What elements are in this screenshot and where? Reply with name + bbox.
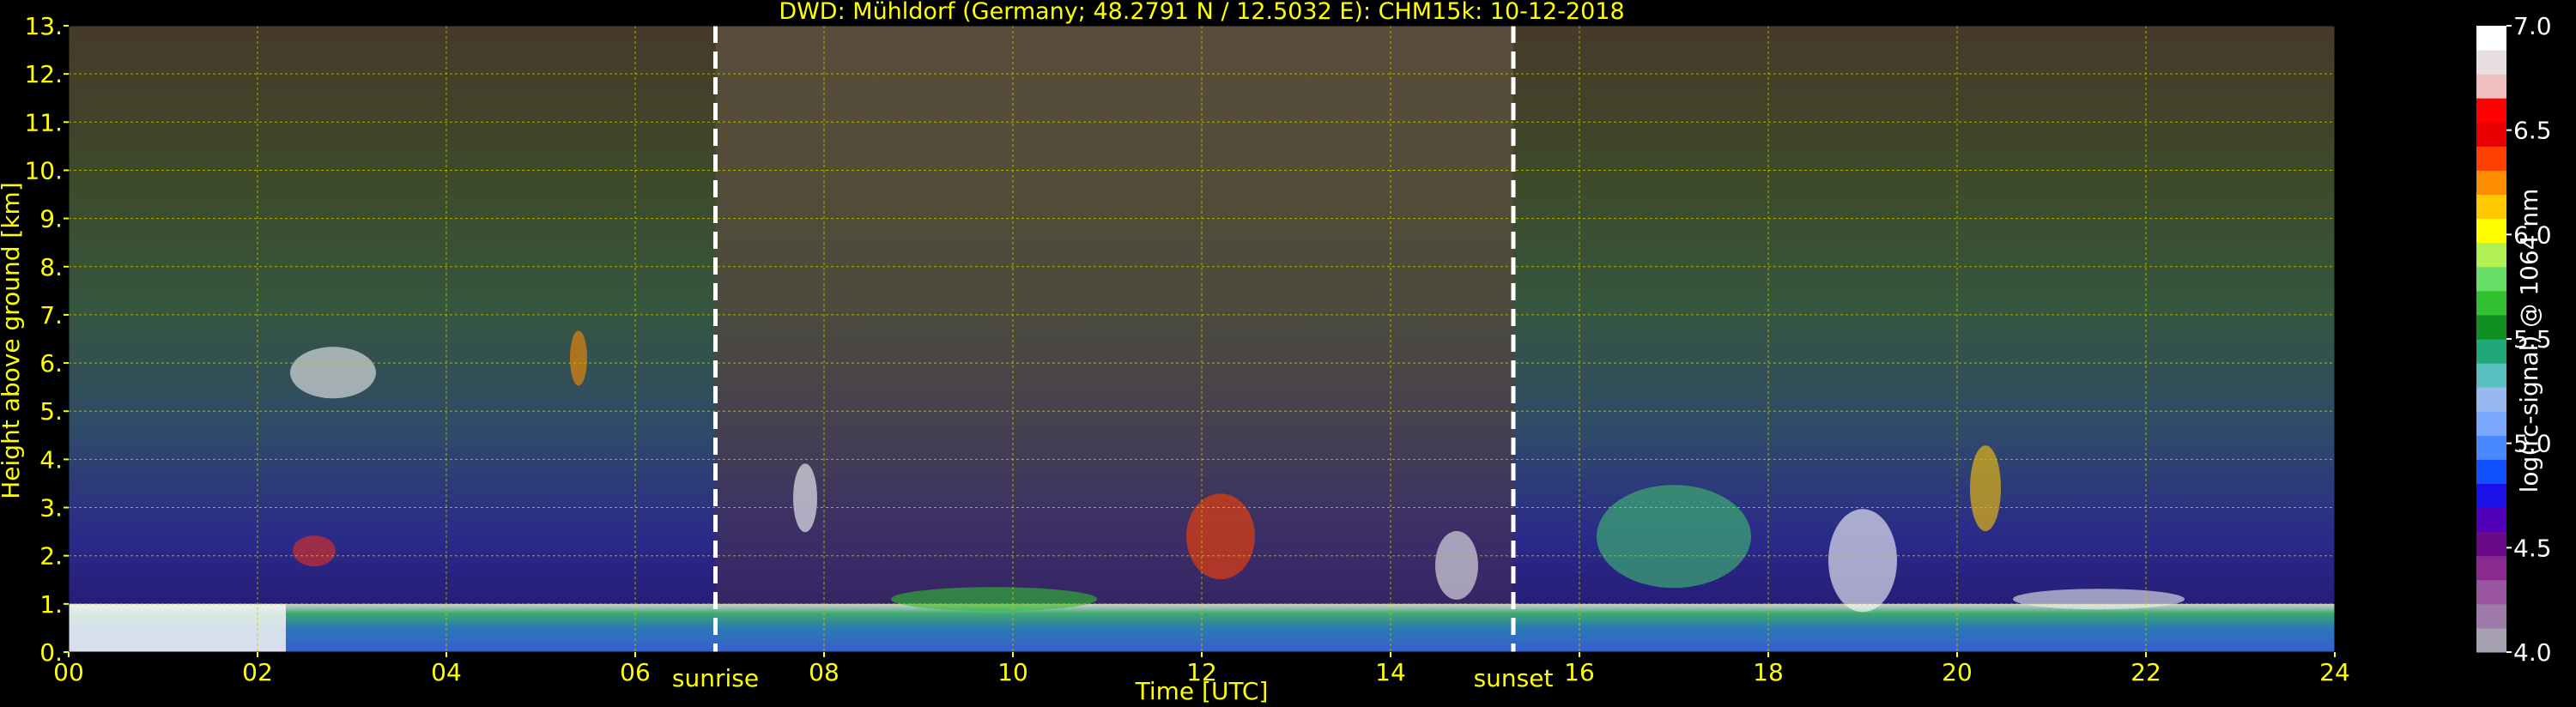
colorbar-cell [2476, 218, 2506, 244]
y-tick-label: 4. [39, 445, 63, 474]
cloud-blob [290, 347, 376, 399]
cloud-blob [793, 463, 817, 533]
daytime-noise-band [715, 26, 1513, 652]
y-tick-label: 5. [39, 397, 63, 426]
x-tick-label: 20 [1942, 658, 1973, 686]
y-tick-label: 7. [39, 301, 63, 329]
y-tick-label: 6. [39, 349, 63, 378]
colorbar-cell [2476, 122, 2506, 147]
cloud-blob [1828, 509, 1897, 613]
chart-title: DWD: Mühldorf (Germany; 48.2791 N / 12.5… [779, 0, 1624, 25]
colorbar-cell [2476, 459, 2506, 484]
ceilometer-figure: 00 02 04 06 08 10 12 14 16 18 20 22 24 0.1.2.3.4.5.6… [0, 0, 2552, 705]
colorbar-cell [2476, 579, 2506, 605]
colorbar-cell [2476, 555, 2506, 581]
y-tick-label: 9. [39, 205, 63, 233]
colorbar-cell [2476, 314, 2506, 340]
colorbar: 4.04.55.05.56.06.57.0 log(rc-signal) @ 1… [2476, 12, 2552, 667]
x-tick-label: 22 [2131, 658, 2161, 686]
x-tick-label: 14 [1375, 658, 1406, 686]
colorbar-cell [2476, 507, 2506, 533]
colorbar-cell [2476, 531, 2506, 557]
colorbar-tick-label: 4.0 [2513, 638, 2552, 667]
cloud-blob [1186, 493, 1255, 580]
y-tick-label: 13. [24, 12, 63, 40]
colorbar-cell [2476, 363, 2506, 388]
x-tick-label: 16 [1564, 658, 1595, 686]
colorbar-tick-label: 4.5 [2513, 534, 2552, 562]
x-tick-label: 04 [431, 658, 462, 686]
colorbar-cell [2476, 194, 2506, 220]
colorbar-cell [2476, 435, 2506, 460]
colorbar-cell [2476, 339, 2506, 364]
y-tick-label: 11. [24, 108, 63, 136]
x-tick-label: 10 [997, 658, 1028, 686]
y-tick-label: 10. [24, 156, 63, 184]
colorbar-cell [2476, 146, 2506, 171]
colorbar-cell [2476, 290, 2506, 316]
colorbar-cell [2476, 50, 2506, 75]
sun-marker-labels: sunrise sunset [672, 664, 1554, 692]
colorbar-cell [2476, 483, 2506, 509]
plot-area [68, 25, 2336, 653]
colorbar-tick-label: 7.0 [2513, 12, 2552, 40]
y-axis-ticks: 0. 1. 2. 3. 4. 5. 6. 7. 8. 9. 10. 11. 12. 13. [24, 12, 69, 667]
colorbar-cell [2476, 411, 2506, 436]
sun-marker-label: sunset [1474, 664, 1554, 692]
colorbar-label: log(rc-signal) @ 1064 nm [2515, 189, 2543, 493]
cloud-blob [2013, 589, 2185, 610]
cloud-blob [570, 330, 587, 386]
cloud-blob [1435, 530, 1478, 600]
cloud-blob [891, 587, 1097, 612]
colorbar-cell [2476, 26, 2506, 51]
colorbar-cells [2476, 26, 2506, 653]
colorbar-cell [2476, 266, 2506, 292]
cloud-blob [1970, 445, 2001, 532]
colorbar-cell [2476, 242, 2506, 268]
y-axis-label: Height above ground [km] [0, 182, 25, 499]
colorbar-cell [2476, 387, 2506, 412]
y-tick-label: 2. [39, 542, 63, 571]
colorbar-cell [2476, 170, 2506, 196]
cloud-blob [293, 535, 336, 567]
x-tick-label: 02 [242, 658, 273, 686]
y-tick-label: 8. [39, 253, 63, 281]
colorbar-cell [2476, 98, 2506, 123]
y-tick-label: 0. [39, 638, 63, 667]
boundary-layer-early [69, 603, 286, 652]
colorbar-cell [2476, 603, 2506, 629]
x-tick-label: 06 [620, 658, 651, 686]
colorbar-cell [2476, 627, 2506, 653]
x-tick-label: 18 [1753, 658, 1784, 686]
colorbar-cell [2476, 74, 2506, 99]
y-tick-label: 12. [24, 60, 63, 88]
x-axis-label: Time [UTC] [1135, 677, 1269, 705]
colorbar-tick-label: 6.5 [2513, 117, 2552, 145]
y-tick-label: 3. [39, 494, 63, 523]
x-tick-label: 24 [2319, 658, 2350, 686]
x-tick-label: 08 [809, 658, 839, 686]
cloud-blob [1597, 485, 1751, 589]
sun-marker-label: sunrise [672, 664, 759, 692]
y-tick-label: 1. [39, 590, 63, 619]
